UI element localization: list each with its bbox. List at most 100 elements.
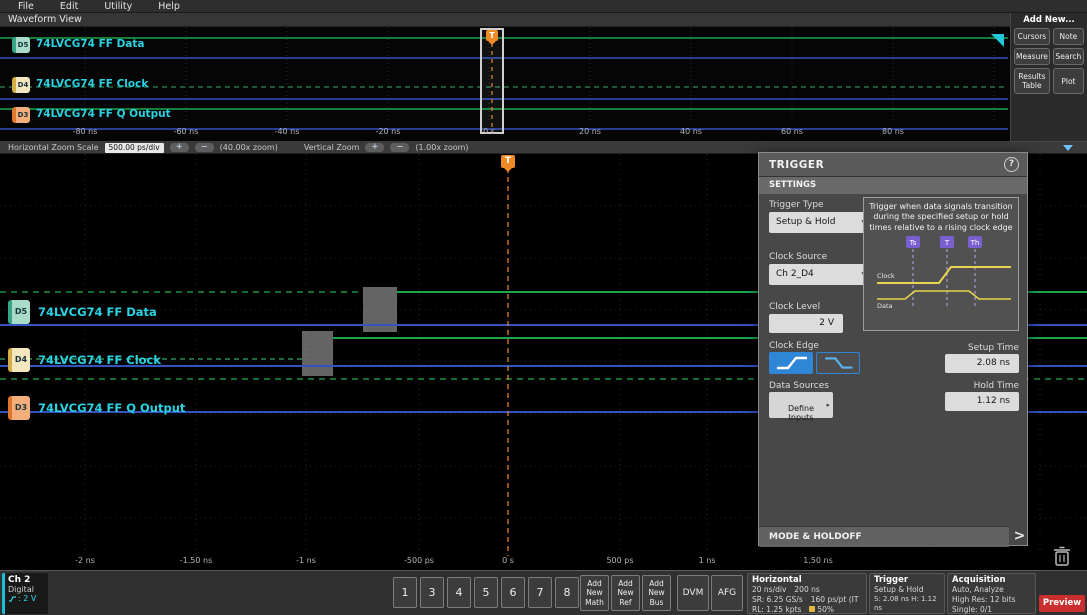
menu-bar: File Edit Utility Help xyxy=(0,0,1087,13)
axis-tick-label: -500 ps xyxy=(404,556,434,565)
add-new-panel: Add New... Cursors Note Measure Search R… xyxy=(1010,13,1087,142)
digital-channel-button-8[interactable]: 8 xyxy=(555,577,579,608)
axis-tick-label: 80 ns xyxy=(882,127,904,136)
signal-label-clock[interactable]: 74LVCG74 FF Clock xyxy=(36,78,148,90)
trigger-flag-icon[interactable]: T xyxy=(486,30,498,41)
channel-badge-d3[interactable]: D3 xyxy=(12,107,30,123)
falling-edge-button[interactable] xyxy=(816,352,860,374)
horizontal-zoom-plus-button[interactable]: + xyxy=(170,143,189,152)
channel-name: Ch 2 xyxy=(8,575,45,585)
acquisition-title: Acquisition xyxy=(952,575,1031,585)
trigger-dialog-titlebar[interactable]: TRIGGER ? xyxy=(759,153,1027,177)
signal-label-q-output[interactable]: 74LVCG74 FF Q Output xyxy=(36,108,171,120)
digital-channel-button-3[interactable]: 3 xyxy=(420,577,444,608)
acquisition-badge[interactable]: Acquisition Auto, Analyze High Res: 12 b… xyxy=(947,573,1036,614)
define-inputs-button[interactable]: Define Inputs ▸ xyxy=(769,392,833,418)
search-button[interactable]: Search xyxy=(1053,48,1084,65)
cursors-button[interactable]: Cursors xyxy=(1014,28,1050,45)
note-button[interactable]: Note xyxy=(1053,28,1084,45)
trash-icon[interactable] xyxy=(1049,543,1075,568)
clock-level-label: Clock Level xyxy=(769,302,820,312)
digital-channel-button-5[interactable]: 5 xyxy=(474,577,498,608)
clock-level-field[interactable]: 2 V xyxy=(769,314,843,333)
signal-label-clock[interactable]: 74LVCG74 FF Clock xyxy=(38,353,161,367)
search-marker-icon[interactable] xyxy=(991,34,1004,47)
channel-badge-d5[interactable]: D5 xyxy=(12,37,30,53)
preview-button[interactable]: Preview xyxy=(1039,595,1085,612)
trigger-dialog-title: TRIGGER xyxy=(759,159,824,171)
add-new-title: Add New... xyxy=(1014,15,1084,25)
digital-channel-button-1[interactable]: 1 xyxy=(393,577,417,608)
trigger-dialog: TRIGGER ? SETTINGS Trigger Type Setup & … xyxy=(758,152,1028,546)
help-icon[interactable]: ? xyxy=(1004,157,1019,172)
clock-source-label: Clock Source xyxy=(769,252,827,262)
horizontal-zoom-scale-input[interactable]: 500.00 ps/div xyxy=(105,143,164,153)
axis-tick-label: 0 s xyxy=(502,556,514,565)
trigger-description-box: Trigger when data signals transition dur… xyxy=(863,197,1019,331)
add-new-ref-button[interactable]: Add New Ref xyxy=(611,575,640,611)
menu-edit[interactable]: Edit xyxy=(60,1,78,12)
horizontal-badge[interactable]: Horizontal 20 ns/div 200 ns SR: 6.25 GS/… xyxy=(747,573,867,614)
dvm-button[interactable]: DVM xyxy=(677,575,709,611)
menu-help[interactable]: Help xyxy=(158,1,180,12)
horizontal-zoom-minus-button[interactable]: − xyxy=(195,143,214,152)
results-table-button[interactable]: Results Table xyxy=(1014,68,1050,94)
horizontal-resolution: 160 ps/pt (IT xyxy=(811,595,859,605)
digital-channel-buttons: 1 3 4 5 6 7 8 xyxy=(393,577,579,608)
channel-badge-d4[interactable]: D4 xyxy=(8,348,30,372)
plot-button[interactable]: Plot xyxy=(1053,68,1084,94)
waveform-view-title: Waveform View xyxy=(0,13,1087,27)
hold-time-field[interactable]: 1.12 ns xyxy=(945,392,1019,411)
axis-tick-label: 40 ns xyxy=(680,127,702,136)
digital-channel-button-7[interactable]: 7 xyxy=(528,577,552,608)
diagram-data-trace xyxy=(877,291,1011,299)
channel-badge-d5[interactable]: D5 xyxy=(8,300,30,324)
collapse-panel-icon[interactable] xyxy=(1063,145,1073,151)
vertical-zoom-plus-button[interactable]: + xyxy=(365,143,384,152)
channel-badge-d3[interactable]: D3 xyxy=(8,396,30,420)
acquisition-mode: Auto, Analyze xyxy=(952,585,1004,595)
measure-button[interactable]: Measure xyxy=(1014,48,1050,65)
menu-file[interactable]: File xyxy=(18,1,34,12)
signal-label-q-output[interactable]: 74LVCG74 FF Q Output xyxy=(38,401,185,415)
clock-transition-zone xyxy=(302,331,333,376)
axis-tick-label: 0 s xyxy=(483,127,495,136)
setup-time-label: Setup Time xyxy=(945,343,1019,353)
clock-source-dropdown[interactable]: Ch 2_D4 ▼ xyxy=(769,264,871,285)
trigger-type-value: Setup & Hold xyxy=(776,217,835,227)
clock-edge-label: Clock Edge xyxy=(769,341,819,351)
setup-time-field[interactable]: 2.08 ns xyxy=(945,354,1019,373)
afg-button[interactable]: AFG xyxy=(711,575,743,611)
menu-utility[interactable]: Utility xyxy=(104,1,132,12)
trigger-flag-icon[interactable]: T xyxy=(501,155,515,168)
digital-channel-button-4[interactable]: 4 xyxy=(447,577,471,608)
vertical-zoom-factor: (1.00x zoom) xyxy=(415,143,468,152)
rising-edge-button[interactable] xyxy=(769,352,813,374)
axis-tick-label: 500 ps xyxy=(606,556,633,565)
data-sources-label: Data Sources xyxy=(769,381,829,391)
trigger-type-dropdown[interactable]: Setup & Hold ▼ xyxy=(769,212,871,233)
signal-label-data[interactable]: 74LVCG74 FF Data xyxy=(38,305,157,319)
digital-channel-button-6[interactable]: 6 xyxy=(501,577,525,608)
expand-panel-icon[interactable]: > xyxy=(1011,525,1028,547)
trigger-type-label: Trigger Type xyxy=(769,200,824,210)
vertical-zoom-minus-button[interactable]: − xyxy=(390,143,409,152)
axis-tick-label: -1 ns xyxy=(296,556,316,565)
diagram-data-label: Data xyxy=(877,302,893,310)
add-new-bus-button[interactable]: Add New Bus xyxy=(642,575,671,611)
add-new-math-button[interactable]: Add New Math xyxy=(580,575,609,611)
diagram-clock-label: Clock xyxy=(877,272,895,280)
axis-tick-label: -2 ns xyxy=(75,556,95,565)
tab-settings[interactable]: SETTINGS xyxy=(759,177,1027,194)
mode-holdoff-section[interactable]: MODE & HOLDOFF xyxy=(759,526,1009,547)
vertical-zoom-label: Vertical Zoom xyxy=(304,143,360,152)
hold-time-label: Hold Time xyxy=(945,381,1019,391)
channel-2-badge[interactable]: Ch 2 Digital : 2 V xyxy=(2,573,48,614)
axis-tick-label: 60 ns xyxy=(781,127,803,136)
channel-badge-d4[interactable]: D4 xyxy=(12,77,30,93)
th-flag-label: Th xyxy=(970,239,980,247)
falling-edge-icon xyxy=(825,358,852,367)
signal-label-data[interactable]: 74LVCG74 FF Data xyxy=(36,38,144,50)
waveform-overview: D5 74LVCG74 FF Data D4 74LVCG74 FF Clock… xyxy=(0,27,1010,142)
trigger-badge[interactable]: Trigger Setup & Hold S: 2.08 ns H: 1.12 … xyxy=(869,573,945,614)
